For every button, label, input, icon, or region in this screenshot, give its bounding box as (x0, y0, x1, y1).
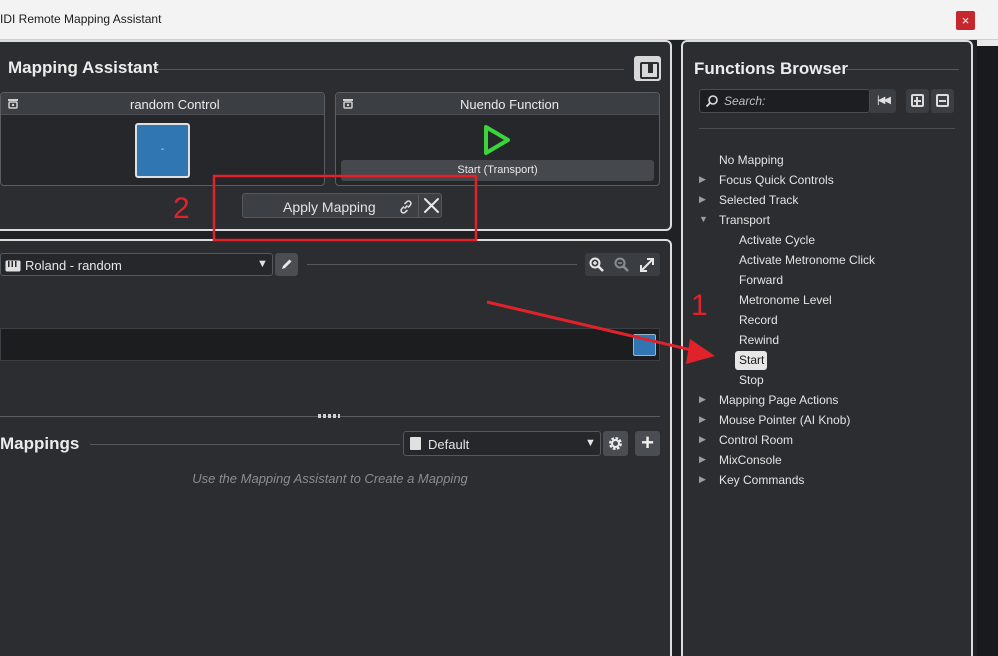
hardware-control-button[interactable]: - (135, 123, 190, 178)
keyboard-icon (5, 260, 21, 272)
expand-arrow-icon[interactable]: ▶ (699, 414, 706, 425)
expand-arrow-icon[interactable]: ▶ (699, 434, 706, 445)
zoom-out-icon[interactable] (613, 256, 631, 274)
control-value: - (160, 144, 165, 155)
title-bar: IDI Remote Mapping Assistant × (0, 0, 998, 40)
mappings-title: Mappings (0, 434, 80, 453)
tree-item[interactable]: Control Room (719, 431, 793, 449)
tree-item[interactable]: Metronome Level (739, 291, 832, 309)
search-input[interactable] (724, 93, 864, 109)
functions-browser-panel (681, 40, 973, 656)
chevron-down-icon: ▼ (257, 258, 268, 270)
apply-mapping-label: Apply Mapping (283, 199, 376, 215)
search-icon (705, 95, 718, 108)
skip-to-start-icon[interactable]: |◀◀ (870, 89, 896, 113)
settings-button[interactable] (603, 431, 628, 456)
tree-item[interactable]: No Mapping (719, 151, 784, 169)
control-card-title: random Control (130, 97, 220, 112)
chevron-down-icon: ▼ (585, 437, 596, 449)
collapse-all-button[interactable] (931, 89, 954, 113)
device-select[interactable]: Roland - random ▼ (0, 253, 273, 276)
control-card-header: random Control (1, 93, 324, 115)
clear-mapping-button[interactable] (418, 195, 443, 217)
close-icon (424, 198, 439, 213)
zoom-controls (585, 253, 660, 276)
divider (699, 128, 955, 129)
mapping-page-value: Default (428, 437, 470, 452)
functions-browser-title: Functions Browser (694, 59, 848, 78)
device-icon (342, 97, 354, 109)
add-mapping-page-button[interactable]: + (635, 431, 660, 456)
close-icon[interactable]: × (962, 13, 970, 28)
tree-item[interactable]: Activate Metronome Click (739, 251, 875, 269)
expand-icon[interactable] (638, 256, 656, 274)
tree-item[interactable]: Selected Track (719, 191, 798, 209)
expand-all-button[interactable] (906, 89, 929, 113)
mapping-page-select[interactable]: Default ▼ (403, 431, 601, 456)
tree-item[interactable]: Focus Quick Controls (719, 171, 834, 189)
device-select-value: Roland - random (25, 258, 122, 273)
tree-item[interactable]: Mouse Pointer (AI Knob) (719, 411, 850, 429)
background-window-edge (977, 40, 998, 656)
window-title: IDI Remote Mapping Assistant (0, 12, 162, 26)
edit-device-button[interactable] (275, 253, 298, 276)
tree-item[interactable]: Stop (739, 371, 764, 389)
close-button[interactable]: × (956, 11, 975, 30)
tree-item[interactable]: Transport (719, 211, 770, 229)
tree-item[interactable]: Key Commands (719, 471, 804, 489)
control-strip (0, 328, 660, 361)
pencil-icon (282, 259, 292, 269)
splitter-grip-icon[interactable] (318, 414, 340, 418)
layout-toggle-button[interactable] (634, 56, 661, 81)
play-icon (484, 125, 510, 155)
expand-arrow-icon[interactable]: ▶ (699, 174, 706, 185)
expand-arrow-icon[interactable]: ▶ (699, 194, 706, 205)
device-icon (7, 97, 19, 109)
function-name-field: Start (Transport) (341, 160, 654, 181)
tree-item[interactable]: Rewind (739, 331, 779, 349)
tree-item[interactable]: Mapping Page Actions (719, 391, 838, 409)
expand-arrow-icon[interactable]: ▶ (699, 474, 706, 485)
tree-item[interactable]: Forward (739, 271, 783, 289)
gear-icon (609, 437, 622, 450)
divider (307, 264, 577, 265)
tree-item[interactable]: MixConsole (719, 451, 782, 469)
plus-icon: + (641, 430, 654, 455)
title-divider (846, 69, 959, 70)
collapse-arrow-icon[interactable]: ▼ (699, 214, 708, 224)
zoom-in-icon[interactable] (588, 256, 606, 274)
mapping-assistant-title: Mapping Assistant (8, 58, 159, 77)
apply-mapping-button[interactable]: Apply Mapping (242, 193, 442, 218)
expand-arrow-icon[interactable]: ▶ (699, 394, 706, 405)
empty-mappings-hint: Use the Mapping Assistant to Create a Ma… (192, 471, 468, 486)
tree-item[interactable]: Start (739, 351, 764, 369)
expand-arrow-icon[interactable]: ▶ (699, 454, 706, 465)
title-divider (155, 69, 624, 70)
search-box (699, 89, 870, 113)
function-card-header: Nuendo Function (336, 93, 659, 115)
title-divider (90, 444, 400, 445)
strip-control-button[interactable] (633, 334, 656, 356)
tree-item[interactable]: Activate Cycle (739, 231, 815, 249)
function-card-title: Nuendo Function (460, 97, 560, 112)
link-icon[interactable] (398, 199, 414, 215)
page-icon (410, 437, 421, 450)
tree-item[interactable]: Record (739, 311, 778, 329)
